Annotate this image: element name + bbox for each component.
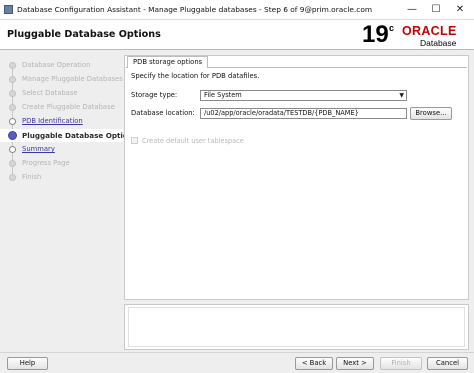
logo-product: Database	[420, 38, 457, 48]
step-done-icon	[9, 62, 16, 69]
step-pending-icon	[9, 160, 16, 167]
footer-divider	[0, 352, 474, 353]
storage-type-select[interactable]: File System ▼	[200, 90, 407, 101]
step-done-icon	[9, 76, 16, 83]
message-area	[128, 307, 465, 347]
logo-version: 19	[362, 21, 389, 48]
application-icon	[4, 5, 13, 14]
title-bar: Database Configuration Assistant - Manag…	[0, 0, 474, 20]
chevron-down-icon: ▼	[399, 92, 404, 99]
minimize-button[interactable]: —	[402, 0, 422, 20]
create-tablespace-checkbox[interactable]	[131, 137, 138, 144]
back-button[interactable]: < Back	[295, 357, 333, 370]
close-button[interactable]: ✕	[450, 0, 470, 20]
step-summary[interactable]: Summary	[0, 143, 123, 156]
step-label: Manage Pluggable Databases	[22, 75, 123, 83]
storage-type-value: File System	[204, 91, 242, 99]
step-label[interactable]: PDB Identification	[22, 117, 83, 125]
finish-button[interactable]: Finish	[380, 357, 422, 370]
logo-superscript: c	[389, 23, 395, 33]
cancel-button[interactable]: Cancel	[427, 357, 468, 370]
step-pluggable-database-options: Pluggable Database Options	[0, 129, 137, 142]
step-finish: Finish	[0, 171, 123, 184]
browse-button[interactable]: Browse...	[410, 107, 452, 120]
step-progress-page: Progress Page	[0, 157, 123, 170]
step-label: Progress Page	[22, 159, 70, 167]
next-button[interactable]: Next >	[336, 357, 374, 370]
step-select-database: Select Database	[0, 87, 123, 100]
database-location-input[interactable]: /u02/app/oracle/oradata/TESTDB/{PDB_NAME…	[200, 108, 407, 119]
step-label: Database Operation	[22, 61, 91, 69]
step-link-icon	[9, 118, 16, 125]
step-database-operation: Database Operation	[0, 59, 123, 72]
step-create-pluggable-database: Create Pluggable Database	[0, 101, 123, 114]
step-label: Select Database	[22, 89, 78, 97]
step-manage-pluggable-databases: Manage Pluggable Databases	[0, 73, 123, 86]
window-title: Database Configuration Assistant - Manag…	[17, 5, 373, 14]
storage-type-label: Storage type:	[131, 91, 178, 99]
tab-panel	[126, 67, 467, 298]
create-tablespace-label: Create default user tablespace	[142, 137, 244, 145]
step-done-icon	[9, 90, 16, 97]
page-title: Pluggable Database Options	[7, 29, 161, 40]
step-label: Pluggable Database Options	[22, 131, 138, 140]
page-header: Pluggable Database Options 19 c ORACLE D…	[0, 20, 474, 50]
step-pdb-identification[interactable]: PDB Identification	[0, 115, 123, 128]
step-label[interactable]: Summary	[22, 145, 55, 153]
step-current-icon	[8, 131, 17, 140]
logo-brand: ORACLE	[402, 24, 457, 38]
step-pending-icon	[9, 174, 16, 181]
step-navigation: Database Operation Manage Pluggable Data…	[0, 51, 137, 350]
dbca-window: Database Configuration Assistant - Manag…	[0, 0, 474, 373]
tab-pdb-storage-options[interactable]: PDB storage options	[127, 56, 209, 68]
maximize-button[interactable]: ☐	[426, 0, 446, 20]
help-button[interactable]: Help	[7, 357, 48, 370]
storage-description: Specify the location for PDB datafiles.	[131, 72, 260, 80]
step-label: Create Pluggable Database	[22, 103, 115, 111]
step-done-icon	[9, 104, 16, 111]
step-label: Finish	[22, 173, 42, 181]
step-link-icon	[9, 146, 16, 153]
database-location-label: Database location:	[131, 109, 195, 117]
